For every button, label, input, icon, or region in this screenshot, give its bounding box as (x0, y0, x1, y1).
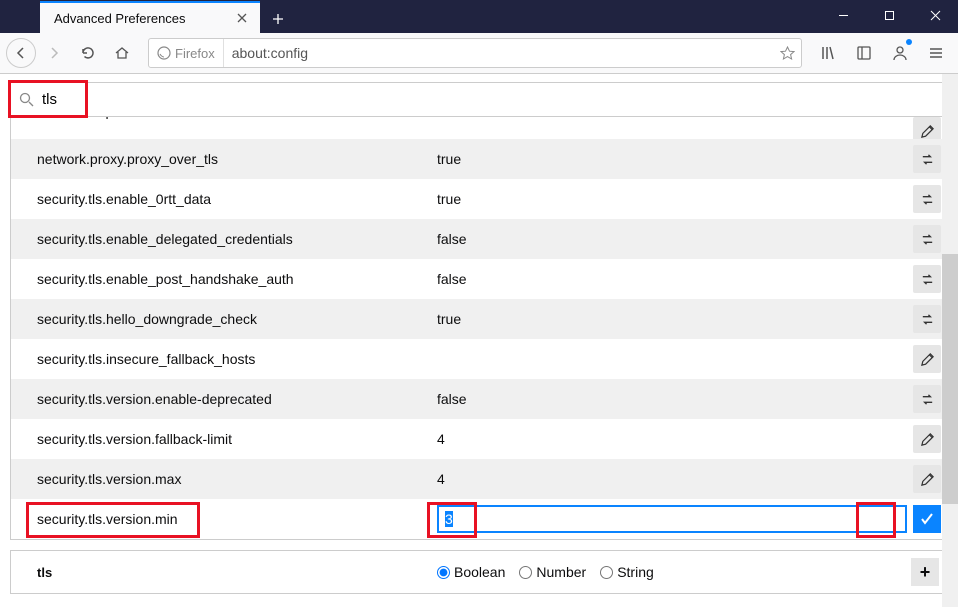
maximize-button[interactable] (866, 0, 912, 30)
pref-search-box[interactable] (10, 82, 948, 117)
library-icon[interactable] (812, 37, 844, 69)
scrollbar-thumb[interactable] (942, 254, 958, 504)
titlebar: Advanced Preferences (0, 0, 958, 33)
toggle-button[interactable] (913, 145, 941, 173)
toggle-button[interactable] (913, 265, 941, 293)
pref-search-input[interactable] (42, 91, 939, 108)
pref-name: security.tls.version.fallback-limit (37, 431, 437, 447)
edit-button[interactable] (913, 345, 941, 373)
pref-value: 4 (437, 431, 913, 447)
type-radio-boolean[interactable]: Boolean (437, 564, 505, 580)
pref-name: security.tls.version.enable-deprecated (37, 391, 437, 407)
pref-name: security.tls.hello_downgrade_check (37, 311, 437, 327)
browser-tab[interactable]: Advanced Preferences (40, 1, 260, 33)
type-radio-string[interactable]: String (600, 564, 654, 580)
pref-row: network.http.tls-handshake-timeout30 (11, 117, 947, 139)
pref-name: security.tls.enable_0rtt_data (37, 191, 437, 207)
pref-row: security.tls.enable_post_handshake_authf… (11, 259, 947, 299)
tab-close-button[interactable] (232, 8, 252, 28)
pref-name: network.http.tls-handshake-timeout (37, 117, 437, 119)
bookmark-star-icon[interactable] (773, 46, 801, 61)
nav-toolbar: Firefox (0, 33, 958, 74)
pref-name: security.tls.version.min (37, 511, 437, 527)
pref-name: security.tls.version.max (37, 471, 437, 487)
menu-button[interactable] (920, 37, 952, 69)
url-bar[interactable]: Firefox (148, 38, 802, 68)
pref-row: security.tls.version.max4 (11, 459, 947, 499)
confirm-button[interactable] (913, 505, 941, 533)
pref-name: security.tls.insecure_fallback_hosts (37, 351, 437, 367)
toggle-button[interactable] (913, 185, 941, 213)
sidebar-icon[interactable] (848, 37, 880, 69)
account-icon[interactable] (884, 37, 916, 69)
back-button[interactable] (6, 38, 36, 68)
toggle-button[interactable] (913, 385, 941, 413)
pref-row: security.tls.version.fallback-limit4 (11, 419, 947, 459)
search-icon (19, 92, 34, 107)
new-pref-type-radios: Boolean Number String (437, 564, 911, 580)
pref-name: security.tls.enable_delegated_credential… (37, 231, 437, 247)
toggle-button[interactable] (913, 225, 941, 253)
window-controls (820, 0, 958, 30)
close-window-button[interactable] (912, 0, 958, 30)
firefox-icon (157, 46, 171, 60)
add-pref-button[interactable]: + (911, 558, 939, 586)
minimize-button[interactable] (820, 0, 866, 30)
url-input[interactable] (224, 45, 773, 61)
pref-value: true (437, 151, 913, 167)
pref-row: security.tls.enable_0rtt_datatrue (11, 179, 947, 219)
tab-title: Advanced Preferences (54, 11, 232, 26)
pref-row: security.tls.insecure_fallback_hosts (11, 339, 947, 379)
pref-edit-input[interactable] (437, 505, 907, 533)
type-radio-number[interactable]: Number (519, 564, 586, 580)
home-button[interactable] (106, 37, 138, 69)
reload-button[interactable] (72, 37, 104, 69)
pref-value: 4 (437, 471, 913, 487)
new-tab-button[interactable] (264, 5, 292, 33)
pref-row: security.tls.version.enable-deprecatedfa… (11, 379, 947, 419)
edit-button[interactable] (913, 425, 941, 453)
edit-button[interactable] (913, 117, 941, 139)
identity-box[interactable]: Firefox (149, 39, 224, 67)
toggle-button[interactable] (913, 305, 941, 333)
pref-value: 30 (437, 117, 913, 119)
new-pref-bar: tls Boolean Number String + (10, 550, 948, 594)
pref-row: security.tls.hello_downgrade_checktrue (11, 299, 947, 339)
pref-value: false (437, 231, 913, 247)
pref-name: security.tls.enable_post_handshake_auth (37, 271, 437, 287)
identity-label: Firefox (175, 46, 215, 61)
pref-name: network.proxy.proxy_over_tls (37, 151, 437, 167)
pref-row: network.proxy.proxy_over_tlstrue (11, 139, 947, 179)
new-pref-name: tls (37, 565, 437, 580)
forward-button (38, 37, 70, 69)
edit-button[interactable] (913, 465, 941, 493)
pref-value: true (437, 191, 913, 207)
page-content: network.http.tls-handshake-timeout30netw… (0, 74, 958, 607)
pref-list: network.http.tls-handshake-timeout30netw… (10, 117, 948, 540)
pref-row: security.tls.enable_delegated_credential… (11, 219, 947, 259)
pref-row: security.tls.version.min (11, 499, 947, 539)
pref-value: false (437, 391, 913, 407)
pref-value: false (437, 271, 913, 287)
pref-value: true (437, 311, 913, 327)
